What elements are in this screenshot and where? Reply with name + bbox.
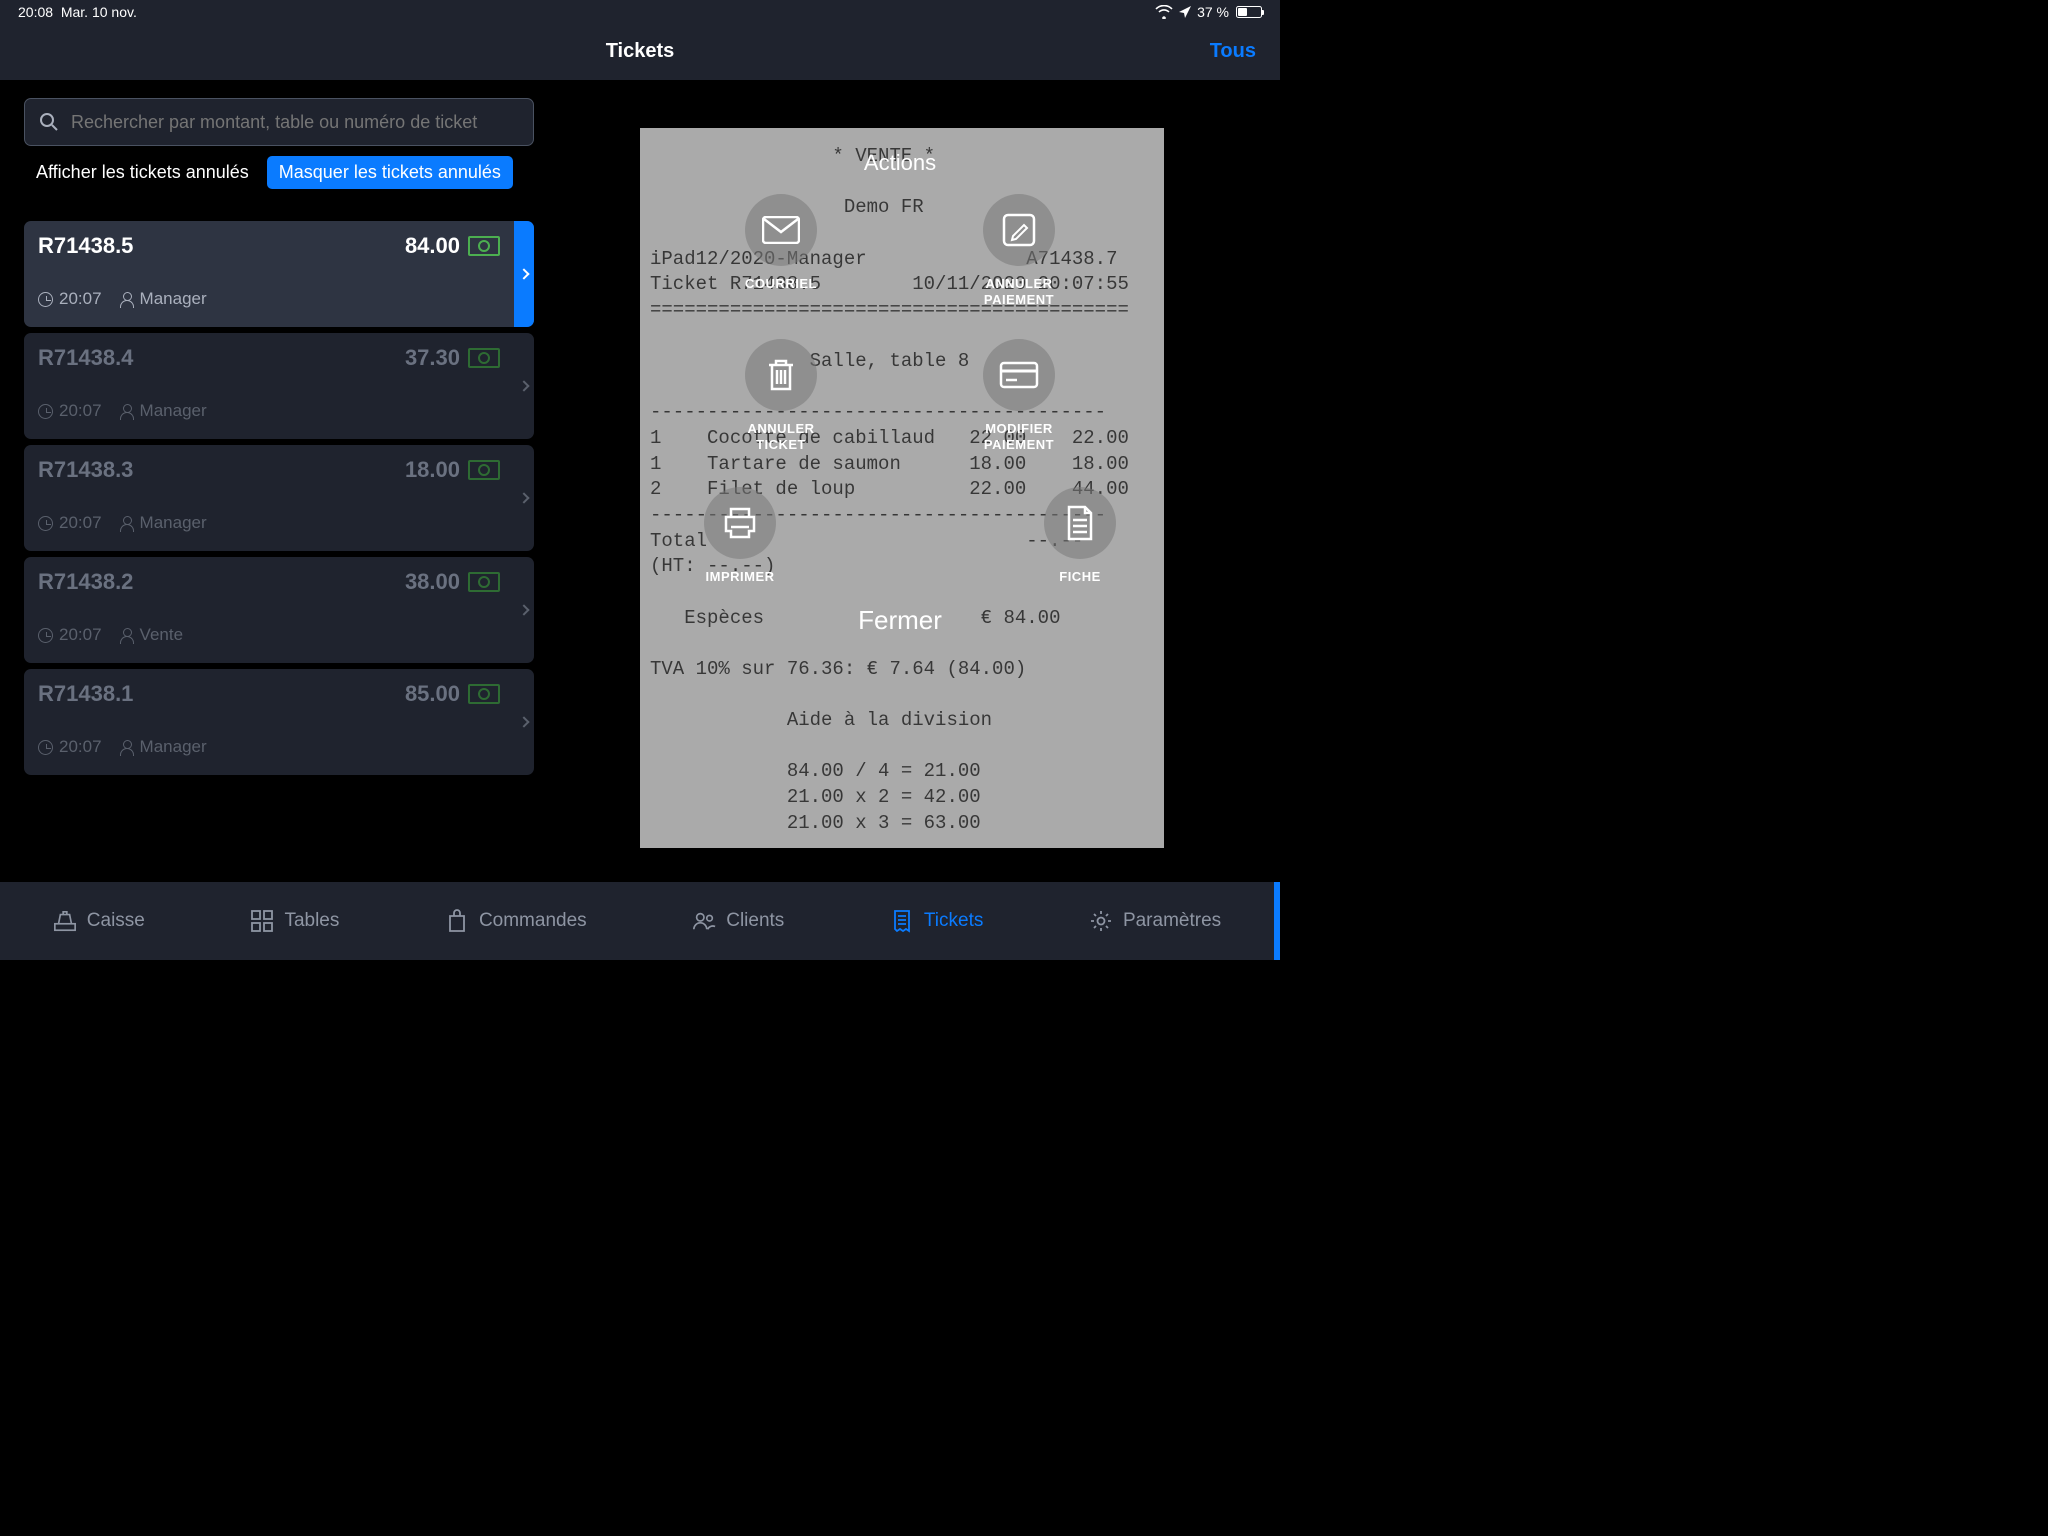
nav-clients[interactable]: Clients xyxy=(692,909,784,933)
user-icon xyxy=(120,516,134,530)
actions-overlay: Actions COURRIEL ANNULER PAIEMENT ANNULE… xyxy=(700,150,1100,636)
register-icon xyxy=(53,909,77,933)
nav-tickets[interactable]: Tickets xyxy=(890,909,983,933)
header-bar: Tickets Tous xyxy=(0,23,1280,80)
ticket-time: 20:07 xyxy=(38,513,102,533)
ticket-amount: 18.00 xyxy=(405,457,460,483)
action-email-button[interactable]: COURRIEL xyxy=(745,194,817,309)
action-cancel-payment-button[interactable]: ANNULER PAIEMENT xyxy=(983,194,1055,309)
receipt-icon xyxy=(890,909,914,933)
ticket-id: R71438.5 xyxy=(38,233,133,259)
ticket-user: Vente xyxy=(120,625,184,645)
status-bar: 20:08 Mar. 10 nov. 37 % xyxy=(0,0,1280,23)
edit-icon xyxy=(1002,213,1036,247)
cash-icon xyxy=(468,460,500,480)
ticket-item[interactable]: R71438.3 18.00 20:07 Manager xyxy=(24,445,534,551)
printer-icon xyxy=(722,507,758,539)
clock-icon xyxy=(38,404,53,419)
clock-icon xyxy=(38,292,53,307)
location-icon xyxy=(1178,5,1192,19)
cash-icon xyxy=(468,572,500,592)
user-icon xyxy=(120,292,134,306)
ticket-id: R71438.1 xyxy=(38,681,133,707)
bag-icon xyxy=(445,909,469,933)
ticket-amount: 37.30 xyxy=(405,345,460,371)
action-print-button[interactable]: IMPRIMER xyxy=(704,487,776,585)
ticket-amount: 38.00 xyxy=(405,569,460,595)
ticket-item[interactable]: R71438.1 85.00 20:07 Manager xyxy=(24,669,534,775)
ticket-id: R71438.4 xyxy=(38,345,133,371)
ticket-item[interactable]: R71438.2 38.00 20:07 Vente xyxy=(24,557,534,663)
ticket-user: Manager xyxy=(120,513,207,533)
bottom-nav: Caisse Tables Commandes Clients Tickets … xyxy=(0,882,1280,960)
chevron-right-icon xyxy=(514,557,534,663)
left-pane: Afficher les tickets annulés Masquer les… xyxy=(0,80,534,781)
nav-tables[interactable]: Tables xyxy=(250,909,339,933)
status-left: 20:08 Mar. 10 nov. xyxy=(18,4,137,20)
action-modify-payment-button[interactable]: MODIFIER PAIEMENT xyxy=(983,339,1055,454)
document-icon xyxy=(1065,505,1095,541)
clock-icon xyxy=(38,740,53,755)
actions-title: Actions xyxy=(700,150,1100,176)
ticket-amount: 84.00 xyxy=(405,233,460,259)
chevron-right-icon xyxy=(514,669,534,775)
search-box[interactable] xyxy=(24,98,534,146)
page-title: Tickets xyxy=(606,40,675,63)
chevron-right-icon xyxy=(514,445,534,551)
gear-icon xyxy=(1089,909,1113,933)
cash-icon xyxy=(468,684,500,704)
card-icon xyxy=(999,361,1039,389)
clock-icon xyxy=(38,628,53,643)
search-icon xyxy=(39,112,59,132)
user-icon xyxy=(120,628,134,642)
chevron-right-icon xyxy=(514,221,534,327)
trash-icon xyxy=(765,357,797,393)
user-icon xyxy=(120,404,134,418)
ticket-item[interactable]: R71438.4 37.30 20:07 Manager xyxy=(24,333,534,439)
ticket-time: 20:07 xyxy=(38,737,102,757)
ticket-user: Manager xyxy=(120,401,207,421)
ticket-item[interactable]: R71438.5 84.00 20:07 Manager xyxy=(24,221,534,327)
grid-icon xyxy=(250,909,274,933)
clock-icon xyxy=(38,516,53,531)
nav-parametres[interactable]: Paramètres xyxy=(1089,909,1221,933)
filter-all-button[interactable]: Tous xyxy=(1210,40,1256,63)
users-icon xyxy=(692,909,716,933)
search-input[interactable] xyxy=(71,112,519,133)
status-right: 37 % xyxy=(1155,4,1262,20)
cash-icon xyxy=(468,348,500,368)
ticket-user: Manager xyxy=(120,737,207,757)
ticket-time: 20:07 xyxy=(38,401,102,421)
ticket-user: Manager xyxy=(120,289,207,309)
battery-icon xyxy=(1236,6,1262,18)
ticket-id: R71438.3 xyxy=(38,457,133,483)
hide-cancelled-button[interactable]: Masquer les tickets annulés xyxy=(267,156,513,189)
ticket-time: 20:07 xyxy=(38,625,102,645)
cancelled-toggle: Afficher les tickets annulés Masquer les… xyxy=(24,156,534,189)
ticket-time: 20:07 xyxy=(38,289,102,309)
nav-commandes[interactable]: Commandes xyxy=(445,909,587,933)
ticket-amount: 85.00 xyxy=(405,681,460,707)
action-fiche-button[interactable]: FICHE xyxy=(1044,487,1116,585)
nav-caisse[interactable]: Caisse xyxy=(53,909,145,933)
ticket-list: R71438.5 84.00 20:07 Manager R71438.4 37… xyxy=(24,221,534,775)
cash-icon xyxy=(468,236,500,256)
close-actions-button[interactable]: Fermer xyxy=(700,605,1100,636)
user-icon xyxy=(120,740,134,754)
ticket-id: R71438.2 xyxy=(38,569,133,595)
show-cancelled-button[interactable]: Afficher les tickets annulés xyxy=(24,156,261,189)
envelope-icon xyxy=(762,216,800,244)
chevron-right-icon xyxy=(514,333,534,439)
wifi-icon xyxy=(1155,5,1173,19)
action-cancel-ticket-button[interactable]: ANNULER TICKET xyxy=(745,339,817,454)
